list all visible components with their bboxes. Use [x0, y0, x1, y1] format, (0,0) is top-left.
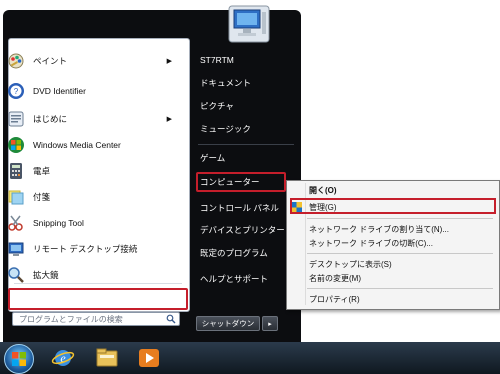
taskbar-explorer[interactable] — [94, 346, 120, 370]
music-link[interactable]: ミュージック — [200, 121, 251, 137]
default-programs-link[interactable]: 既定のプログラム — [200, 245, 268, 261]
program-dvd-identifier[interactable]: ? DVD Identifier — [4, 76, 176, 106]
control-panel-label: コントロール パネル — [200, 203, 279, 213]
games-link[interactable]: ゲーム — [200, 150, 225, 166]
screenshot-frame: ペイント ▶ ? DVD Identifier はじめに ▶ Windows M… — [0, 0, 500, 374]
menu-item-open[interactable]: 開く(O) — [309, 183, 337, 197]
folder-icon — [96, 348, 118, 367]
divider — [198, 144, 294, 145]
games-label: ゲーム — [200, 153, 226, 163]
submenu-arrow-icon[interactable]: ▶ — [167, 115, 172, 123]
menu-item-label: ネットワーク ドライブの切断(C)... — [309, 238, 433, 248]
dvd-identifier-icon: ? — [8, 83, 24, 99]
start-button[interactable] — [4, 344, 34, 374]
svg-text:?: ? — [14, 87, 19, 96]
program-label: Windows Media Center — [33, 140, 121, 150]
magnifier-icon — [8, 267, 24, 283]
divider — [307, 253, 493, 254]
taskbar-media-player[interactable] — [136, 346, 162, 370]
devices-printers-label: デバイスとプリンター — [200, 225, 285, 235]
windows-logo-icon — [12, 352, 26, 366]
user-folder-label: ST7RTM — [200, 55, 234, 65]
program-label: 電卓 — [33, 166, 51, 176]
menu-item-map-network-drive[interactable]: ネットワーク ドライブの割り当て(N)... — [309, 222, 449, 236]
program-label: DVD Identifier — [33, 86, 86, 96]
search-icon[interactable] — [166, 314, 176, 324]
default-programs-label: 既定のプログラム — [200, 248, 268, 258]
snipping-tool-icon — [8, 215, 23, 231]
program-label: はじめに — [33, 114, 68, 124]
getting-started-icon — [8, 111, 24, 127]
menu-item-rename[interactable]: 名前の変更(M) — [309, 271, 361, 285]
chevron-right-icon: ▸ — [268, 320, 272, 328]
program-label: リモート デスクトップ接続 — [33, 244, 138, 254]
divider — [14, 283, 182, 284]
help-support-link[interactable]: ヘルプとサポート — [200, 271, 268, 287]
menu-item-label: 名前の変更(M) — [309, 273, 361, 283]
program-label: Snipping Tool — [33, 218, 84, 228]
devices-printers-link[interactable]: デバイスとプリンター — [200, 222, 285, 238]
internet-explorer-icon: e — [51, 350, 75, 366]
paint-icon — [8, 53, 24, 69]
taskbar-internet-explorer[interactable]: e — [50, 346, 76, 370]
media-player-icon — [139, 349, 159, 367]
all-programs-highlight-box — [8, 288, 188, 310]
menu-item-properties[interactable]: プロパティ(R) — [309, 292, 360, 306]
search-placeholder: プログラムとファイルの検索 — [19, 314, 123, 324]
music-label: ミュージック — [200, 124, 251, 134]
media-center-icon — [8, 137, 24, 153]
help-support-label: ヘルプとサポート — [200, 274, 269, 284]
manage-highlight-box — [290, 198, 496, 214]
menu-item-label: 開く(O) — [309, 185, 337, 195]
shutdown-options-button[interactable]: ▸ — [262, 316, 278, 331]
menu-item-show-on-desktop[interactable]: デスクトップに表示(S) — [309, 257, 392, 271]
divider — [307, 218, 493, 219]
remote-desktop-icon — [8, 242, 24, 256]
shutdown-button[interactable]: シャットダウン — [196, 316, 260, 331]
sticky-notes-icon — [8, 190, 24, 205]
submenu-arrow-icon[interactable]: ▶ — [167, 57, 172, 65]
menu-item-label: プロパティ(R) — [309, 294, 360, 304]
control-panel-link[interactable]: コントロール パネル — [200, 200, 279, 216]
shutdown-label: シャットダウン — [201, 319, 255, 328]
computer-user-picture-icon — [228, 5, 270, 43]
documents-label: ドキュメント — [200, 78, 252, 88]
divider — [307, 288, 493, 289]
program-label: 拡大鏡 — [33, 270, 59, 280]
menu-item-label: ネットワーク ドライブの割り当て(N)... — [309, 224, 449, 234]
menu-item-label: デスクトップに表示(S) — [309, 259, 392, 269]
pictures-label: ピクチャ — [200, 101, 234, 111]
program-label: ペイント — [33, 56, 68, 66]
menu-item-disconnect-network-drive[interactable]: ネットワーク ドライブの切断(C)... — [309, 236, 433, 250]
calculator-icon — [10, 163, 22, 179]
computer-highlight-box — [196, 172, 286, 192]
program-label: 付箋 — [33, 192, 51, 202]
user-folder-link[interactable]: ST7RTM — [200, 52, 234, 68]
search-input[interactable]: プログラムとファイルの検索 — [12, 312, 180, 326]
program-paint[interactable]: ペイント ▶ — [4, 46, 176, 76]
documents-link[interactable]: ドキュメント — [200, 75, 251, 91]
pictures-link[interactable]: ピクチャ — [200, 98, 234, 114]
